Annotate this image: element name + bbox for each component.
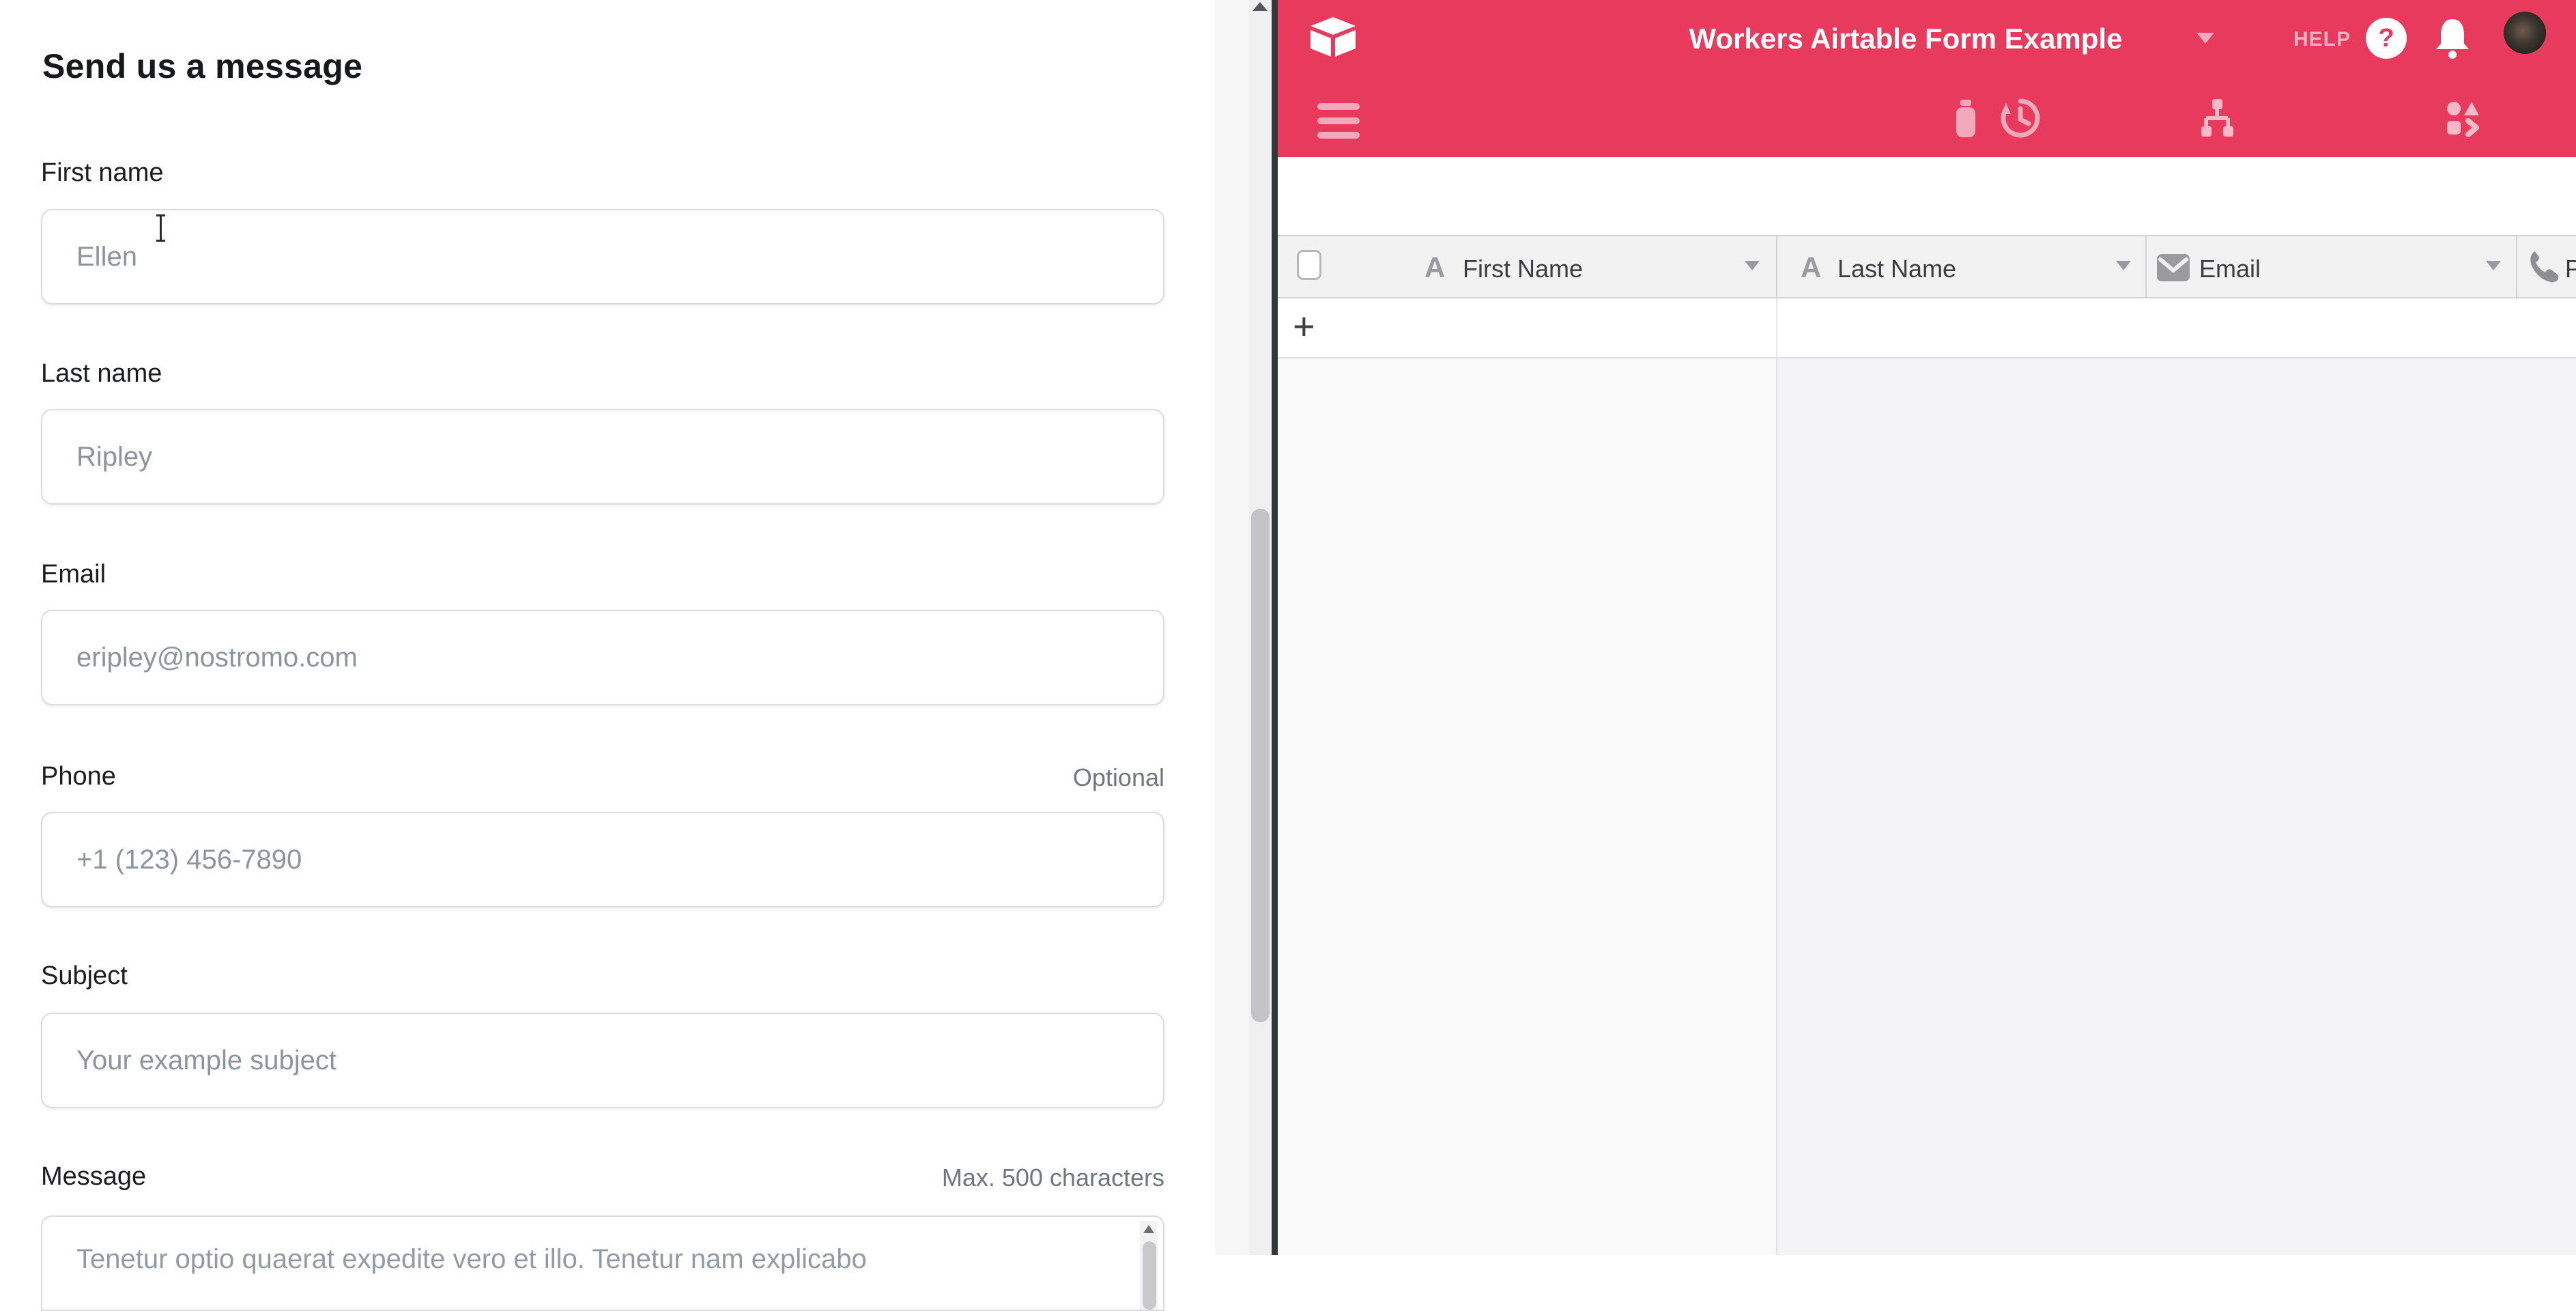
- column-separator: [1776, 358, 1777, 1255]
- help-button[interactable]: HELP: [2293, 28, 2351, 51]
- base-title[interactable]: Workers Airtable Form Example: [1626, 23, 2186, 55]
- form-pane-gutter: [1215, 0, 1249, 1255]
- airtable-pane: Workers Airtable Form Example HELP ? For…: [1278, 0, 2576, 1255]
- message-max-hint: Max. 500 characters: [41, 1164, 1164, 1192]
- scroll-up-arrow-icon[interactable]: [1143, 1225, 1154, 1233]
- field-type-phone-icon: [2525, 250, 2561, 285]
- form-heading: Send us a message: [42, 46, 362, 86]
- column-separator[interactable]: [1776, 236, 1777, 297]
- airtable-tabbar: Form Submissions SHARE AUTOMATIONS APPS: [1278, 79, 2576, 157]
- column-caret-icon[interactable]: [2116, 261, 2131, 270]
- grid-header-row: A First Name A Last Name Email Phone: [1278, 235, 2576, 298]
- phone-input[interactable]: [41, 812, 1164, 907]
- field-type-text-icon: A: [1801, 251, 1821, 284]
- message-scrollbar-thumb[interactable]: [1143, 1241, 1156, 1310]
- last-name-input[interactable]: [41, 409, 1164, 505]
- automations-icon[interactable]: [2201, 99, 2233, 139]
- select-all-checkbox[interactable]: [1297, 250, 1321, 280]
- add-record-button[interactable]: +: [1293, 304, 1315, 348]
- contact-form-pane: Send us a message First name Last name E…: [0, 0, 1215, 1255]
- email-input[interactable]: [41, 610, 1164, 705]
- last-name-label: Last name: [41, 359, 162, 389]
- airtable-topbar: Workers Airtable Form Example HELP ?: [1278, 0, 2576, 79]
- subject-label: Subject: [41, 961, 128, 991]
- trash-icon[interactable]: [1951, 100, 1981, 138]
- add-record-row[interactable]: +: [1278, 298, 2576, 358]
- column-separator[interactable]: [2516, 236, 2517, 297]
- page-scrollbar-thumb[interactable]: [1251, 509, 1270, 1022]
- subject-input[interactable]: [41, 1013, 1164, 1108]
- first-name-input[interactable]: [41, 209, 1164, 305]
- field-type-text-icon: A: [1425, 251, 1445, 284]
- window-divider: [1272, 0, 1278, 1255]
- user-avatar[interactable]: [2504, 12, 2546, 54]
- message-text: Tenetur optio quaerat expedite vero et i…: [76, 1244, 867, 1275]
- help-circle-icon[interactable]: ?: [2366, 18, 2407, 59]
- phone-optional-hint: Optional: [41, 763, 1164, 792]
- grid-empty-area: [1777, 358, 2576, 1255]
- grid-empty-area-primary-column: [1278, 358, 1776, 1255]
- apps-icon[interactable]: [2446, 100, 2480, 137]
- first-name-label: First name: [41, 158, 163, 188]
- column-caret-icon[interactable]: [2486, 261, 2501, 270]
- history-icon[interactable]: [2000, 98, 2041, 139]
- base-title-caret-icon[interactable]: [2196, 33, 2214, 44]
- message-textarea[interactable]: Tenetur optio quaerat expedite vero et i…: [41, 1215, 1164, 1311]
- column-separator[interactable]: [2145, 236, 2147, 297]
- notification-bell-icon[interactable]: [2433, 16, 2472, 60]
- field-type-email-icon: [2157, 254, 2190, 281]
- column-caret-icon[interactable]: [1745, 261, 1760, 270]
- column-separator: [1776, 298, 1777, 357]
- email-label: Email: [41, 560, 106, 589]
- page-scroll-up-arrow-icon[interactable]: [1253, 2, 1268, 11]
- view-toolbar: Grid view: [1278, 157, 2576, 235]
- airtable-logo-icon[interactable]: [1308, 16, 1358, 59]
